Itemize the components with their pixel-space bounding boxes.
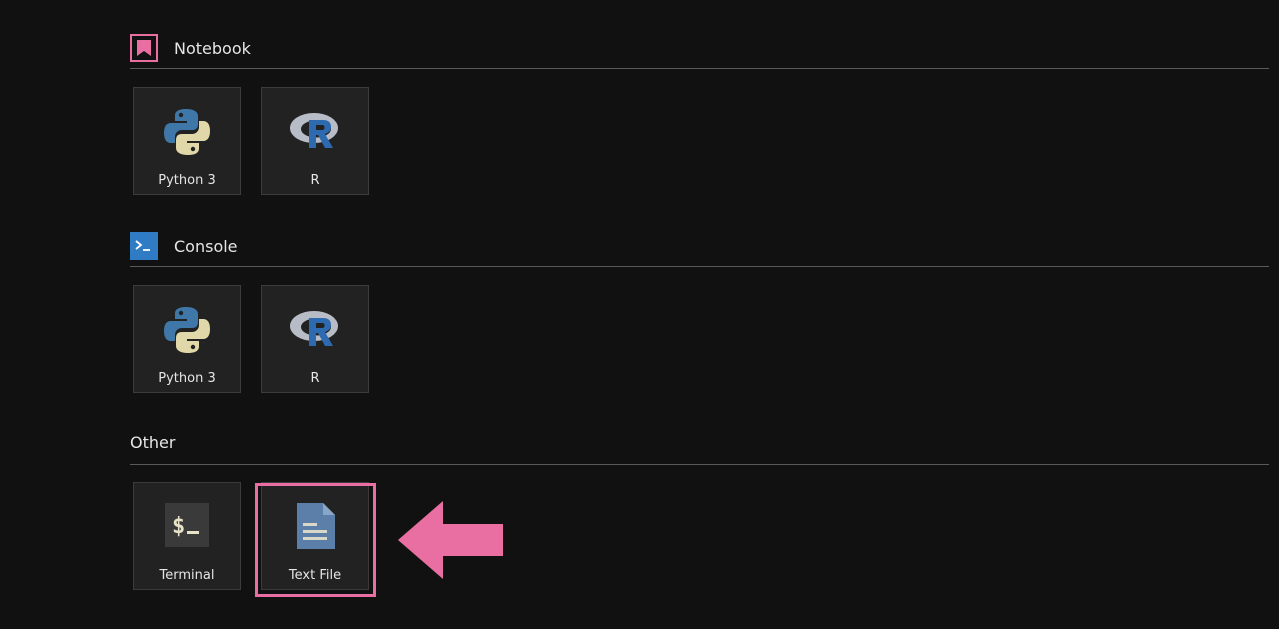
notebook-r-card[interactable]: R [261,87,369,195]
notebook-python3-card[interactable]: Python 3 [133,87,241,195]
terminal-icon: $ [165,503,209,547]
r-logo-icon [290,113,338,148]
console-r-card[interactable]: R [261,285,369,393]
python-logo-icon [164,109,210,155]
section-header-other: Other [130,424,1269,465]
svg-text:$: $ [172,514,185,539]
text-file-card[interactable]: Text File [261,482,369,590]
card-label: Terminal [159,568,215,583]
card-label: R [310,173,320,188]
console-python3-card[interactable]: Python 3 [133,285,241,393]
card-label: Text File [288,568,342,583]
arrow-left-icon [398,501,503,579]
r-logo-icon [290,311,338,346]
section-header-notebook: Notebook [130,28,1269,69]
console-prompt-icon [130,232,158,260]
card-label: Python 3 [158,173,216,188]
card-label: R [310,371,320,386]
text-file-icon [297,503,335,549]
section-header-console: Console [130,226,1269,267]
terminal-card[interactable]: $ Terminal [133,482,241,590]
launcher: Notebook Python 3 R Console Python 3 R O… [0,0,1279,629]
notebook-bookmark-icon [130,34,158,62]
section-title-notebook: Notebook [174,38,251,58]
card-label: Python 3 [158,371,216,386]
section-title-console: Console [174,236,238,256]
python-logo-icon [164,307,210,353]
section-title-other: Other [130,432,176,452]
